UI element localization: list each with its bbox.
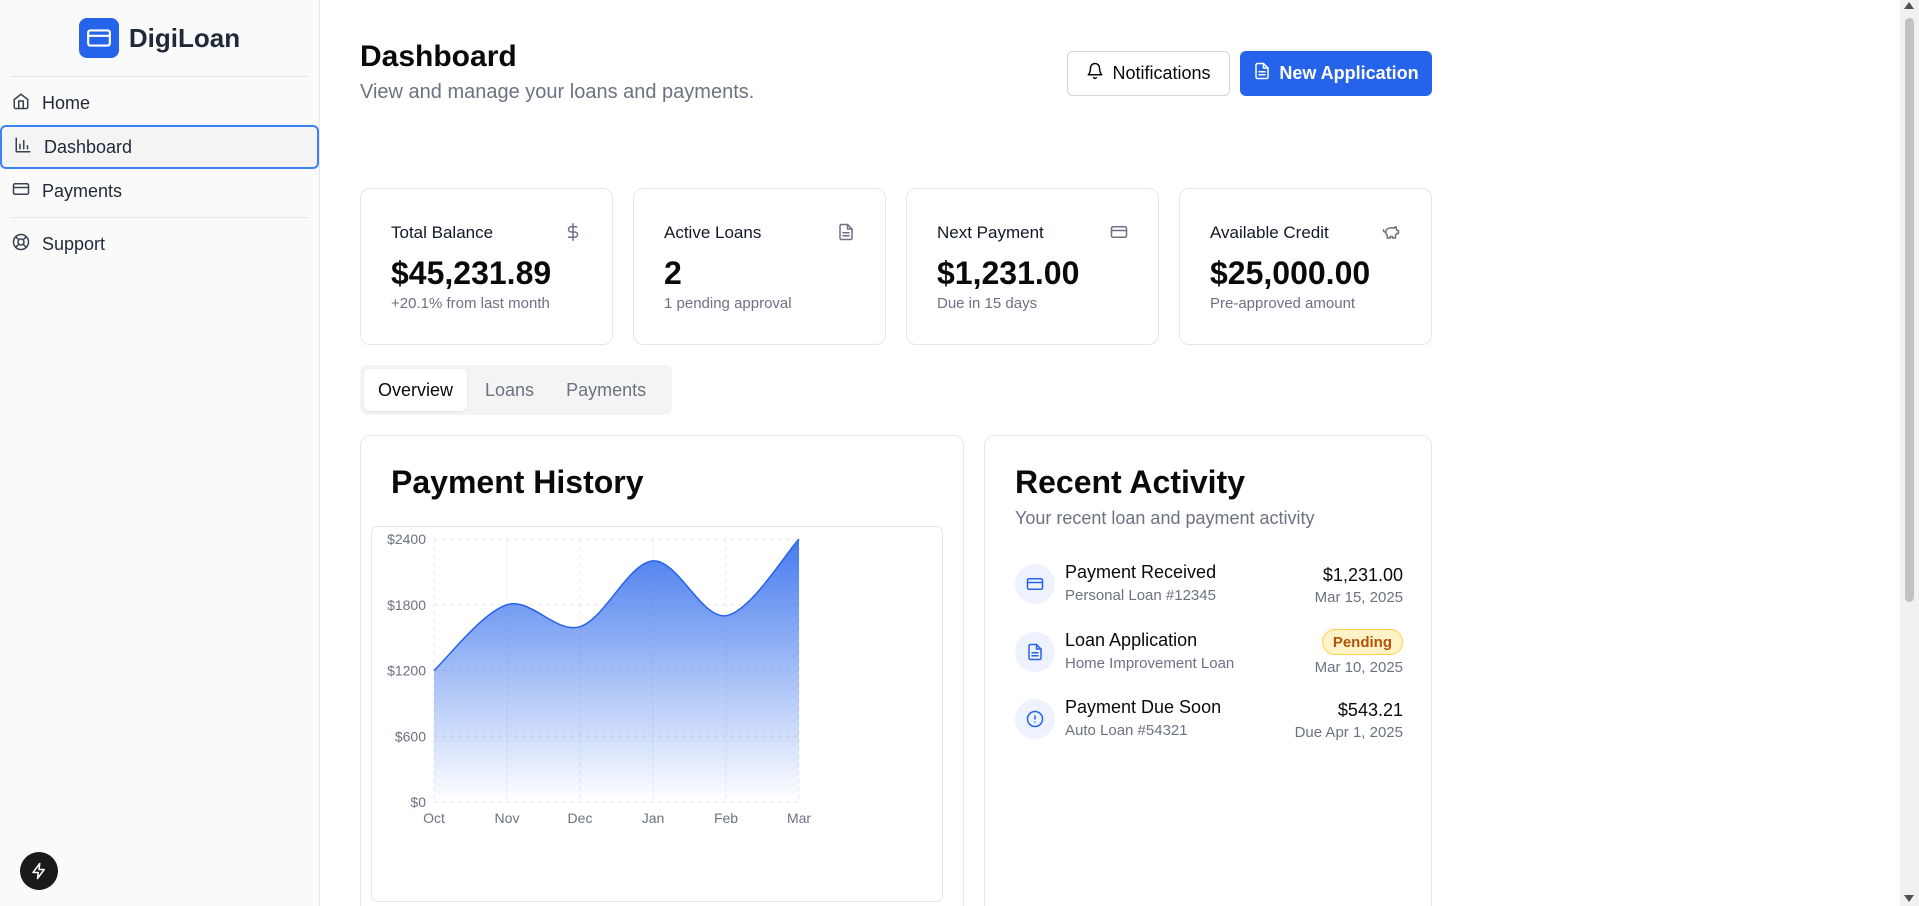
activity-title: Payment Due Soon bbox=[1065, 697, 1222, 717]
piggy-bank-icon bbox=[1381, 223, 1401, 246]
card-title: Recent Activity bbox=[1015, 464, 1245, 500]
sidebar-item-label: Dashboard bbox=[44, 136, 133, 157]
x-tick-label: Mar bbox=[787, 810, 811, 826]
scroll-up-arrow-icon[interactable] bbox=[1904, 2, 1914, 9]
sidebar-item-payments[interactable]: Payments bbox=[0, 169, 319, 213]
stat-note: 1 pending approval bbox=[664, 295, 792, 312]
page-title: Dashboard bbox=[360, 40, 517, 73]
scrollbar-thumb[interactable] bbox=[1905, 18, 1914, 602]
alert-circle-icon bbox=[1015, 699, 1055, 739]
stat-value: 2 bbox=[664, 255, 682, 291]
tab-payments[interactable]: Payments bbox=[552, 369, 660, 411]
y-tick-label: $1800 bbox=[387, 597, 426, 613]
bolt-icon[interactable] bbox=[20, 852, 58, 890]
activity-amount: $543.21 bbox=[1337, 700, 1403, 720]
credit-card-icon bbox=[1015, 564, 1055, 604]
activity-title: Payment Received bbox=[1065, 562, 1217, 582]
tab-list: Overview Loans Payments bbox=[360, 365, 672, 415]
sidebar-nav-secondary: Support bbox=[0, 218, 319, 270]
credit-card-icon bbox=[12, 180, 30, 203]
sidebar-nav: Home Dashboard Payments bbox=[0, 77, 319, 217]
stat-value: $1,231.00 bbox=[937, 255, 1080, 291]
credit-card-icon bbox=[1110, 223, 1128, 246]
page-subtitle: View and manage your loans and payments. bbox=[360, 81, 755, 103]
stat-label: Next Payment bbox=[937, 223, 1044, 242]
payment-history-chart: $0 $600 $1200 $1800 $2400 Oct Nov Dec Jan Feb Mar bbox=[371, 526, 943, 902]
x-tick-label: Nov bbox=[495, 810, 520, 826]
activity-date: Mar 10, 2025 bbox=[1314, 659, 1403, 676]
tab-overview[interactable]: Overview bbox=[364, 369, 468, 411]
dollar-icon bbox=[564, 223, 582, 246]
activity-title: Loan Application bbox=[1065, 630, 1198, 650]
x-tick-label: Jan bbox=[642, 810, 665, 826]
sidebar-item-dashboard[interactable]: Dashboard bbox=[0, 125, 319, 169]
stat-note: Due in 15 days bbox=[937, 295, 1038, 312]
area-fill bbox=[434, 539, 799, 802]
stat-card-active-loans: Active Loans 2 1 pending approval bbox=[633, 188, 886, 345]
stat-card-next-payment: Next Payment $1,231.00 Due in 15 days bbox=[906, 188, 1159, 345]
stat-label: Active Loans bbox=[664, 223, 762, 242]
brand[interactable]: DigiLoan bbox=[0, 0, 319, 76]
credit-card-icon bbox=[78, 18, 119, 58]
notifications-label: Notifications bbox=[1112, 63, 1211, 83]
activity-date: Mar 15, 2025 bbox=[1314, 589, 1403, 606]
y-tick-label: $600 bbox=[395, 728, 426, 744]
document-icon bbox=[1015, 632, 1055, 672]
stat-card-total-balance: Total Balance $45,231.89 +20.1% from las… bbox=[360, 188, 613, 345]
document-icon bbox=[837, 223, 855, 246]
bell-icon bbox=[1086, 62, 1104, 85]
payment-history-card: Payment History $0 $600 $1200 $1800 $2400 Oct… bbox=[360, 435, 964, 906]
x-tick-label: Dec bbox=[568, 810, 593, 826]
sidebar-item-label: Payments bbox=[42, 180, 123, 201]
x-tick-label: Feb bbox=[714, 810, 738, 826]
home-icon bbox=[12, 92, 30, 115]
activity-item[interactable]: Payment Received Personal Loan #12345 $1… bbox=[1015, 560, 1403, 610]
new-application-label: New Application bbox=[1279, 63, 1419, 83]
app-root: DigiLoan Home Dashboard Payments Support… bbox=[0, 0, 1919, 906]
y-tick-label: $1200 bbox=[387, 663, 426, 679]
sidebar-item-label: Home bbox=[42, 92, 91, 113]
status-badge: Pending bbox=[1321, 629, 1403, 655]
lifebuoy-icon bbox=[12, 233, 30, 256]
activity-subtitle: Auto Loan #54321 bbox=[1065, 722, 1188, 739]
stat-value: $25,000.00 bbox=[1210, 255, 1371, 291]
card-description: Your recent loan and payment activity bbox=[1015, 508, 1315, 528]
stat-label: Available Credit bbox=[1210, 223, 1329, 242]
sidebar-item-support[interactable]: Support bbox=[0, 222, 319, 266]
tab-loans[interactable]: Loans bbox=[471, 369, 548, 411]
document-icon bbox=[1253, 62, 1271, 85]
activity-item[interactable]: Payment Due Soon Auto Loan #54321 $543.2… bbox=[1015, 695, 1403, 745]
scroll-down-arrow-icon[interactable] bbox=[1904, 895, 1914, 902]
y-tick-label: $0 bbox=[410, 794, 426, 810]
activity-subtitle: Personal Loan #12345 bbox=[1065, 587, 1216, 604]
activity-subtitle: Home Improvement Loan bbox=[1065, 655, 1235, 672]
stat-value: $45,231.89 bbox=[391, 255, 552, 291]
stat-card-available-credit: Available Credit $25,000.00 Pre-approved… bbox=[1179, 188, 1432, 345]
recent-activity-card: Recent Activity Your recent loan and pay… bbox=[984, 435, 1432, 906]
x-tick-label: Oct bbox=[423, 810, 445, 826]
stat-note: +20.1% from last month bbox=[391, 295, 550, 312]
sidebar: DigiLoan Home Dashboard Payments Support bbox=[0, 0, 320, 906]
bar-chart-icon bbox=[14, 136, 32, 159]
notifications-button[interactable]: Notifications bbox=[1067, 51, 1230, 96]
activity-amount: $1,231.00 bbox=[1322, 565, 1403, 585]
stat-note: Pre-approved amount bbox=[1210, 295, 1356, 312]
brand-name: DigiLoan bbox=[128, 22, 241, 53]
activity-date: Due Apr 1, 2025 bbox=[1294, 724, 1403, 741]
main-content: Dashboard View and manage your loans and… bbox=[320, 0, 1900, 906]
page-scrollbar[interactable] bbox=[1900, 0, 1919, 906]
card-title: Payment History bbox=[391, 464, 644, 500]
sidebar-item-label: Support bbox=[42, 233, 106, 254]
activity-item[interactable]: Loan Application Home Improvement Loan P… bbox=[1015, 628, 1403, 678]
stat-label: Total Balance bbox=[391, 223, 494, 242]
chart-svg: $0 $600 $1200 $1800 $2400 Oct Nov Dec Jan Feb Mar bbox=[387, 531, 811, 826]
sidebar-item-home[interactable]: Home bbox=[0, 81, 319, 125]
new-application-button[interactable]: New Application bbox=[1240, 51, 1432, 96]
y-tick-label: $2400 bbox=[387, 531, 426, 547]
